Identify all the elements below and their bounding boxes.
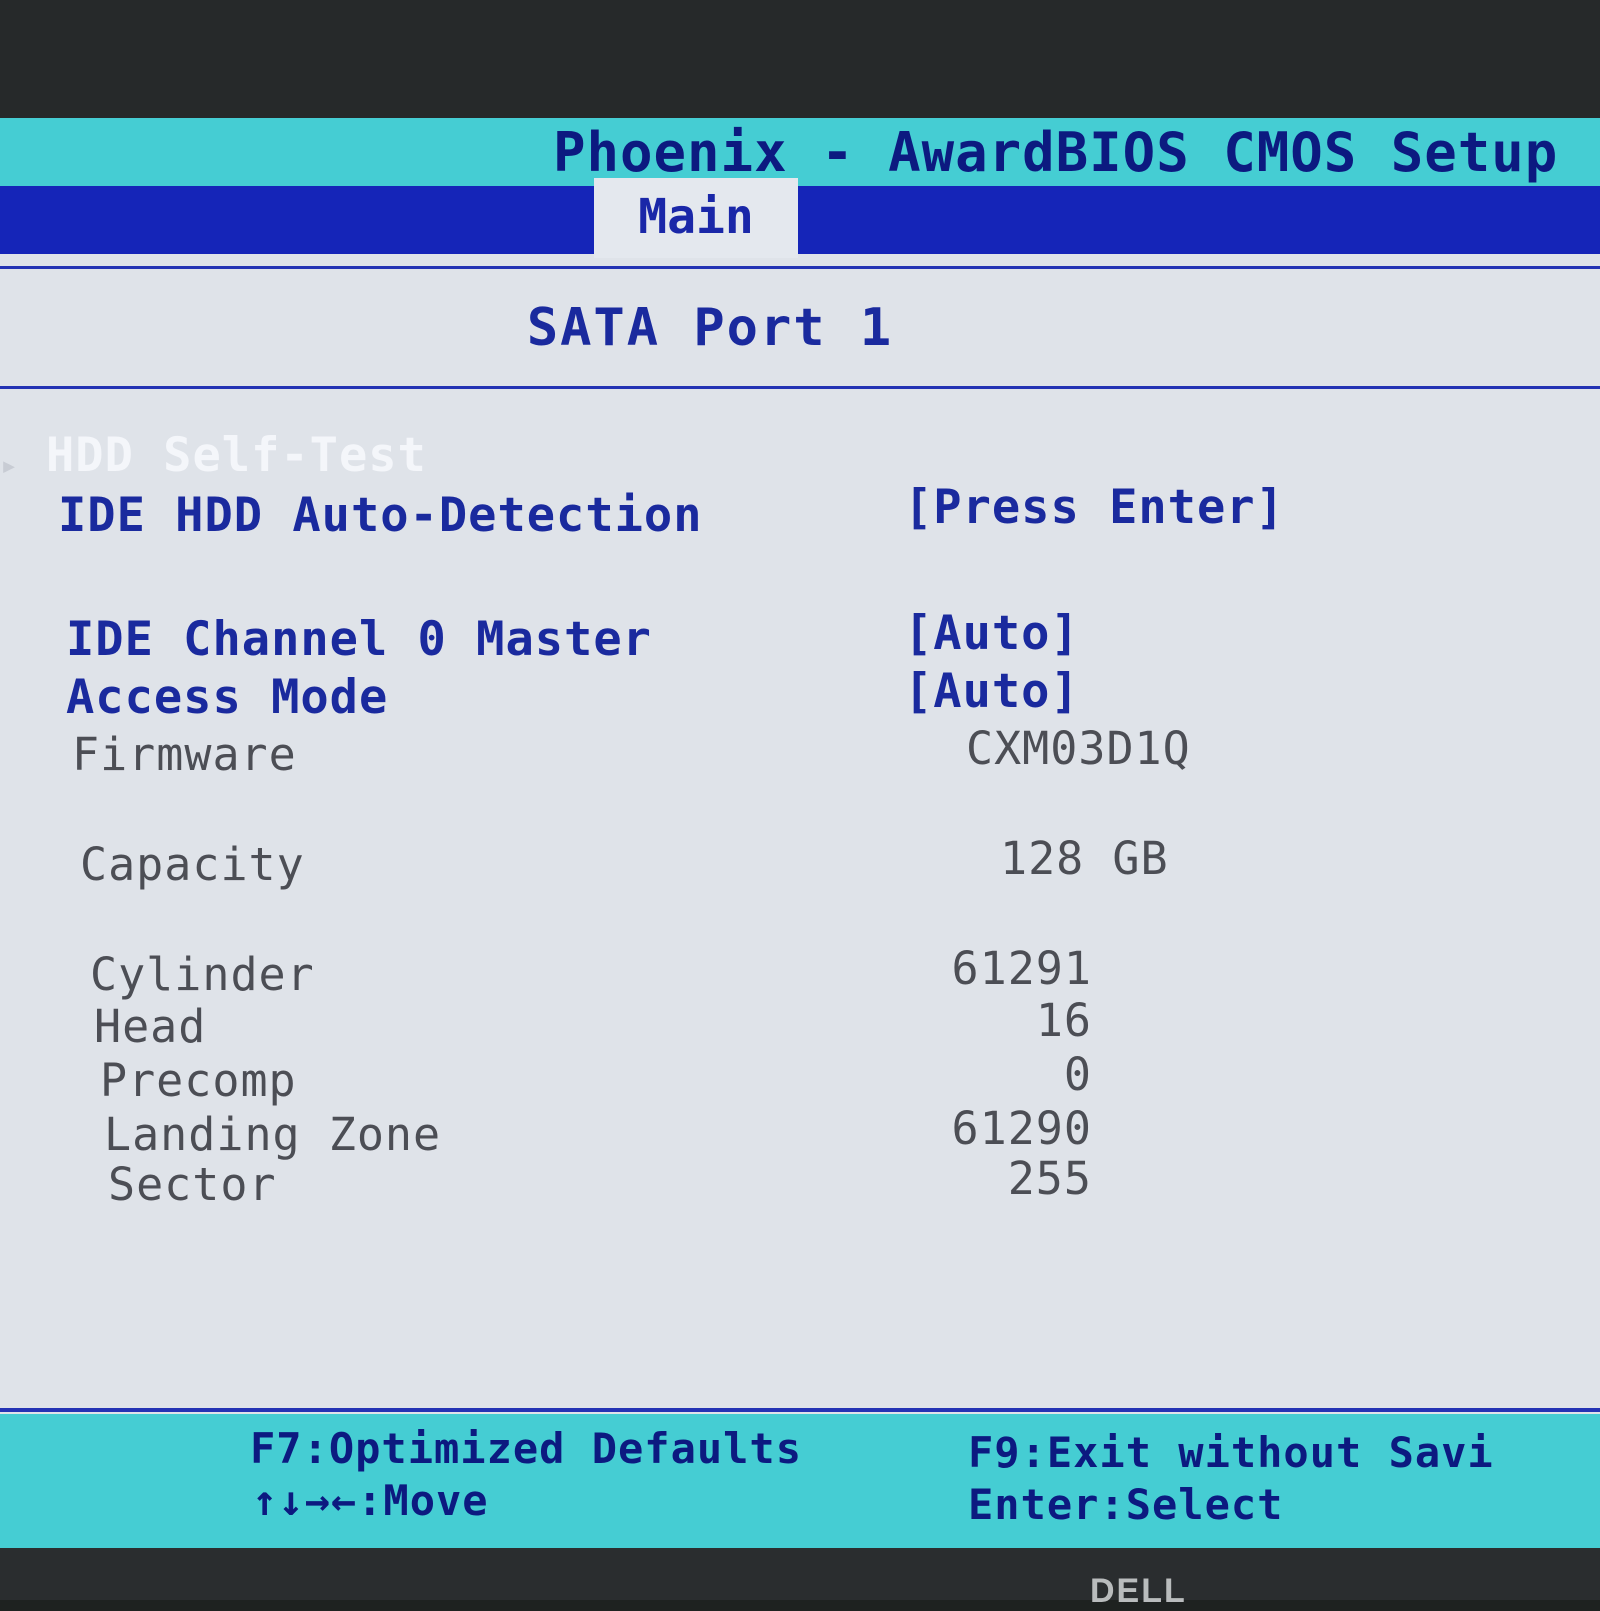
footer-f7-hint: F7:Optimized Defaults [250,1424,803,1473]
sector-value: 255 [1007,1152,1092,1205]
precomp-value: 0 [1063,1048,1092,1101]
head-value: 16 [1035,994,1092,1047]
monitor-bezel-bottom [0,1548,1600,1600]
footer-select-hint: Enter:Select [968,1480,1284,1529]
landing-zone-label: Landing Zone [104,1108,442,1161]
access-mode-value[interactable]: [Auto] [904,664,1080,719]
divider-footer [0,1408,1600,1412]
section-title: SATA Port 1 [526,298,894,358]
monitor-logo: DELL [1090,1572,1187,1610]
menu-item-auto-detection[interactable]: IDE HDD Auto-Detection [58,488,703,543]
menu-item-hdd-self-test[interactable]: HDD Self-Test [46,428,427,483]
footer-bar: F7:Optimized Defaults F9:Exit without Sa… [0,1414,1600,1548]
firmware-value: CXM03D1Q [966,722,1191,775]
cylinder-label: Cylinder [90,948,315,1001]
landing-zone-value: 61290 [951,1102,1092,1155]
tab-bar [0,186,1600,254]
auto-detection-value[interactable]: [Press Enter] [904,480,1285,535]
cylinder-value: 61291 [951,942,1092,995]
footer-f9-hint: F9:Exit without Savi [968,1428,1494,1477]
sector-label: Sector [108,1158,277,1211]
menu-item-access-mode[interactable]: Access Mode [66,670,388,725]
divider-top [0,266,1600,269]
bios-screen: Phoenix - AwardBIOS CMOS Setup Main SATA… [0,118,1600,1548]
head-label: Head [94,1000,207,1053]
menu-item-ide-channel[interactable]: IDE Channel 0 Master [66,612,652,667]
capacity-label: Capacity [80,838,305,891]
firmware-label: Firmware [72,728,297,781]
divider-section [0,386,1600,389]
title-bar: Phoenix - AwardBIOS CMOS Setup [0,118,1600,186]
submenu-arrow-icon: ▸ [0,448,19,483]
precomp-label: Precomp [100,1054,297,1107]
ide-channel-value[interactable]: [Auto] [904,606,1080,661]
footer-move-hint: ↑↓→←:Move [252,1476,489,1525]
monitor-bezel-top [0,0,1600,120]
tab-main[interactable]: Main [594,178,798,258]
capacity-value: 128 GB [1000,832,1169,885]
bios-title: Phoenix - AwardBIOS CMOS Setup [553,121,1559,184]
